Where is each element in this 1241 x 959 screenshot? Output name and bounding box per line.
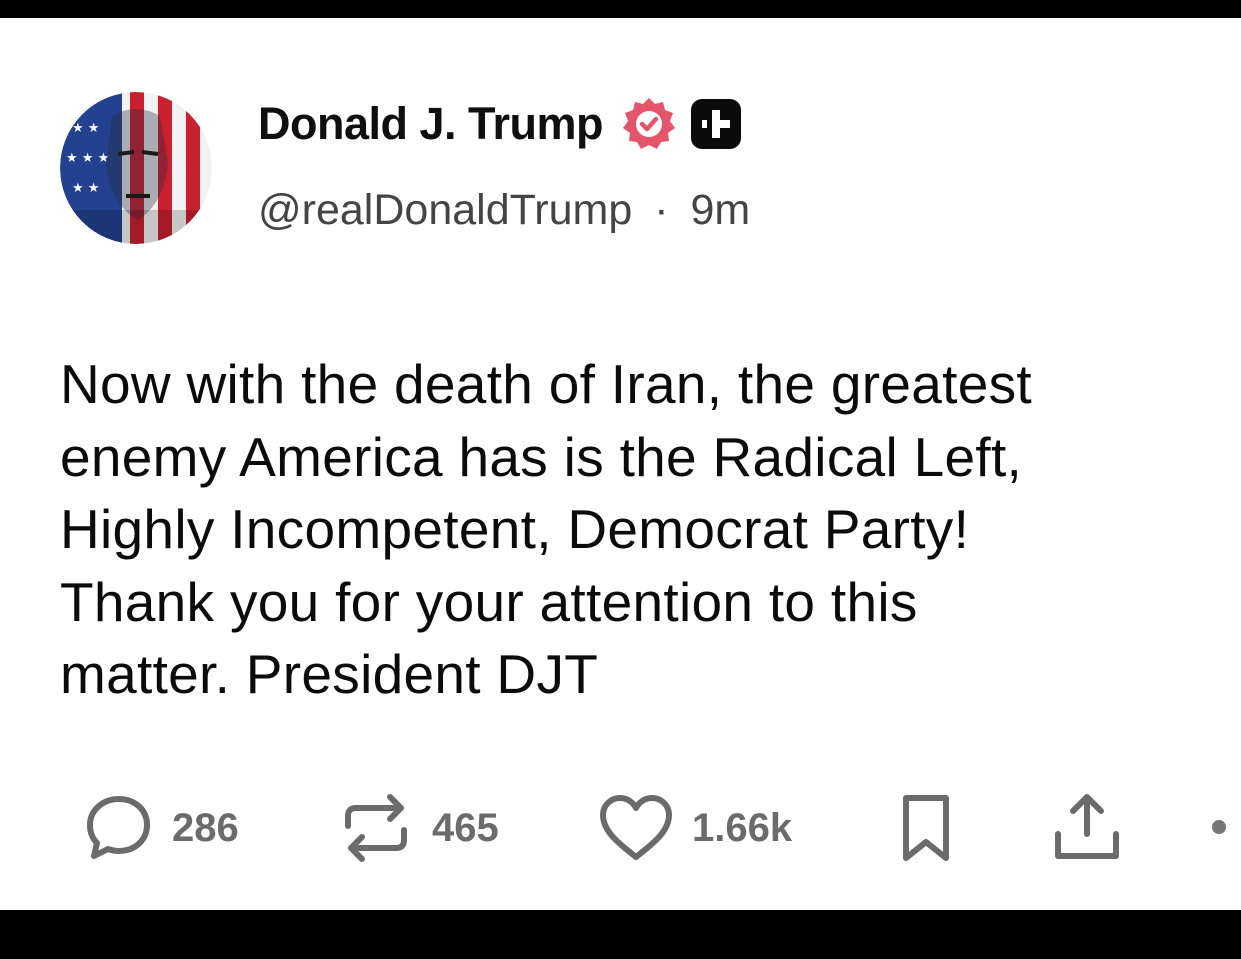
svg-text:★ ★: ★ ★ — [72, 121, 99, 136]
bookmark-button[interactable] — [900, 788, 952, 868]
avatar[interactable]: ★ ★ ★ ★ ★ ★ ★ — [60, 92, 212, 244]
like-button[interactable]: 1.66k — [598, 788, 792, 868]
app-frame: ★ ★ ★ ★ ★ ★ ★ Donald J. Trump @realDonal… — [0, 0, 1241, 959]
action-bar: 286 465 1.66k — [0, 788, 1241, 868]
reply-icon — [87, 796, 150, 859]
reply-count: 286 — [172, 805, 239, 850]
repost-icon — [345, 794, 407, 862]
reply-button[interactable]: 286 — [84, 788, 239, 868]
author-row: Donald J. Trump — [258, 96, 742, 152]
svg-text:★ ★: ★ ★ — [72, 181, 99, 196]
bookmark-icon — [903, 795, 949, 861]
share-button[interactable] — [1052, 788, 1122, 868]
verified-badge-icon — [623, 98, 676, 149]
share-icon — [1055, 794, 1119, 859]
heart-icon — [600, 795, 672, 860]
post-body: Now with the death of Iran, the greatest… — [60, 348, 1210, 711]
author-handle[interactable]: @realDonaldTrump — [258, 186, 632, 234]
svg-text:★ ★ ★: ★ ★ ★ — [66, 151, 109, 166]
post-card: ★ ★ ★ ★ ★ ★ ★ Donald J. Trump @realDonal… — [0, 18, 1241, 910]
post-line: Highly Incompetent, Democrat Party! — [60, 498, 970, 560]
post-time[interactable]: 9m — [691, 186, 751, 234]
like-count: 1.66k — [692, 805, 793, 850]
post-line: Now with the death of Iran, the greatest — [60, 353, 1033, 415]
repost-button[interactable]: 465 — [338, 788, 499, 868]
more-dot-icon[interactable] — [1212, 820, 1226, 834]
post-line: matter. President DJT — [60, 643, 599, 705]
display-name[interactable]: Donald J. Trump — [258, 98, 604, 150]
handle-row: @realDonaldTrump · 9m — [258, 186, 750, 235]
repost-count: 465 — [432, 805, 499, 850]
post-line: enemy America has is the Radical Left, — [60, 425, 1023, 488]
separator-dot: · — [654, 186, 669, 234]
post-line: Thank you for your attention to this — [60, 570, 918, 633]
plus-badge-icon — [691, 99, 742, 149]
avatar-image: ★ ★ ★ ★ ★ ★ ★ — [60, 92, 212, 244]
